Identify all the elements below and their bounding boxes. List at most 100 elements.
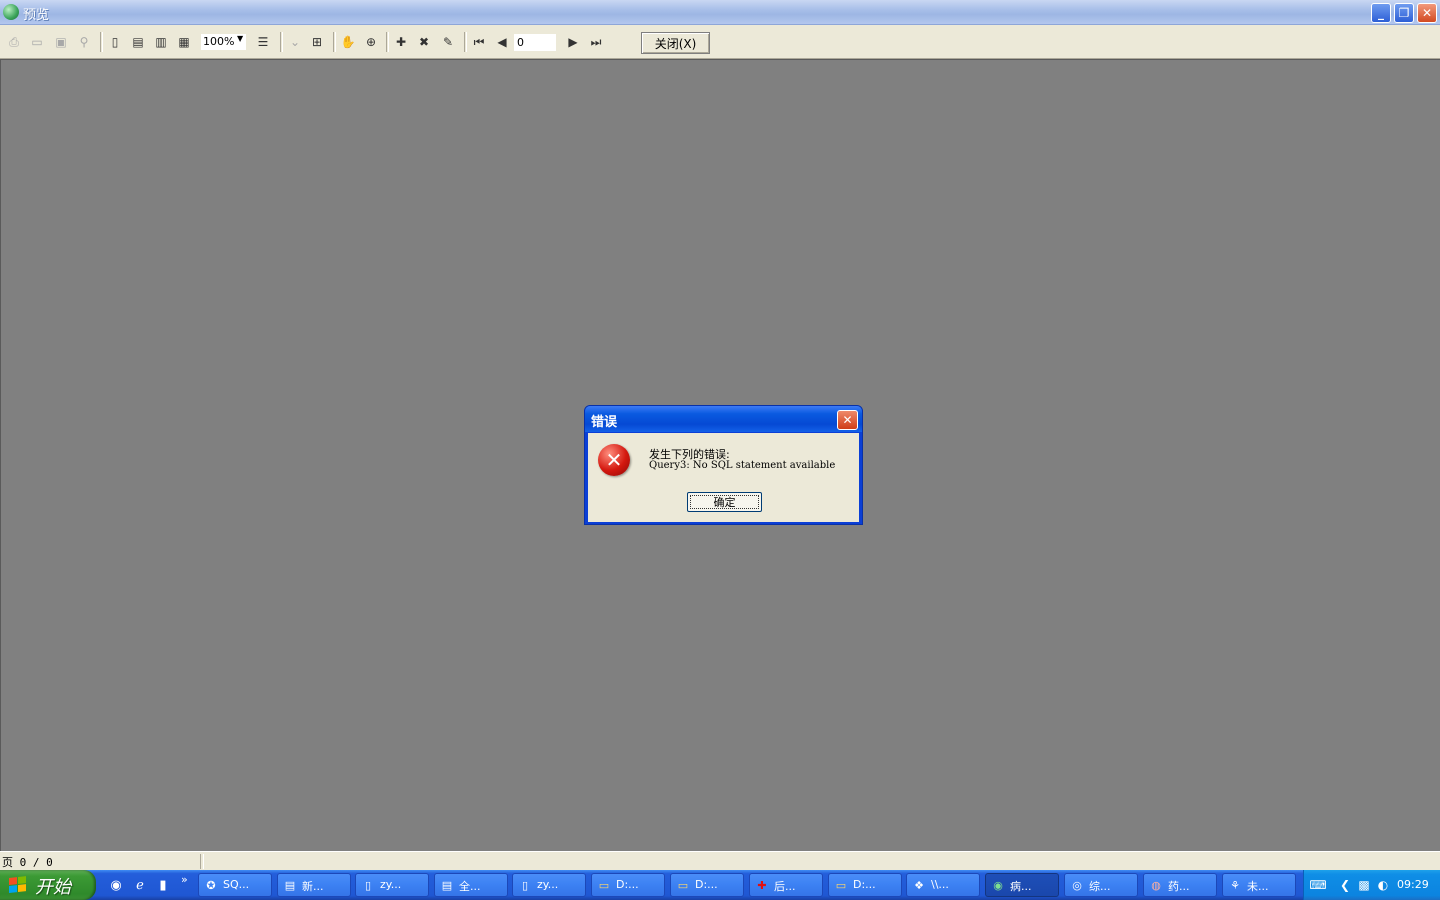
taskbar-task-button[interactable]: ▭ D:... — [670, 873, 744, 897]
app-icon — [3, 4, 19, 20]
taskbar-task-button[interactable]: ◎ 综... — [1064, 873, 1138, 897]
delete-page-icon[interactable]: ✖ — [416, 34, 432, 50]
toolbar-separator — [464, 32, 467, 52]
status-separator — [200, 854, 204, 869]
start-label: 开始 — [35, 877, 71, 898]
windows-logo-icon — [9, 876, 27, 894]
taskbar-task-button[interactable]: ▤ 全... — [434, 873, 508, 897]
taskbar-task-label: 未... — [1247, 880, 1269, 893]
outline-icon[interactable]: ☰ — [255, 34, 271, 50]
app-icon: ◎ — [1072, 878, 1082, 892]
dialog-close-button[interactable]: ✕ — [837, 410, 858, 430]
status-bar: 页 0 / 0 — [0, 851, 1440, 870]
taskbar-task-label: 药... — [1168, 880, 1190, 893]
clock[interactable]: 09:29 — [1397, 878, 1429, 891]
media-icon[interactable]: ▮ — [155, 877, 171, 893]
folder-icon: ▭ — [835, 878, 847, 892]
app-icon: ◉ — [993, 878, 1003, 892]
window-close-button[interactable]: ✕ — [1417, 3, 1437, 23]
spreadsheet-icon: ▤ — [441, 878, 453, 892]
zoom-in-icon[interactable]: ⊕ — [363, 34, 379, 50]
taskbar-task-label: zy... — [537, 878, 559, 891]
taskbar-task-label: D:... — [616, 878, 639, 891]
window-title: 预览 — [23, 8, 50, 23]
chevron-down-icon[interactable]: ▼ — [237, 34, 243, 43]
two-pages-icon[interactable]: ▥ — [153, 34, 169, 50]
taskbar-task-button[interactable]: ▯ zy... — [355, 873, 429, 897]
sql-icon: ✪ — [206, 878, 216, 892]
open-icon[interactable]: ▭ — [29, 34, 45, 50]
next-page-icon[interactable]: ▶ — [565, 34, 581, 50]
security-icon[interactable]: ◐ — [1375, 877, 1391, 893]
folder-icon: ▭ — [598, 878, 610, 892]
close-preview-button[interactable]: 关闭(X) — [641, 32, 710, 54]
edit-page-icon[interactable]: ✎ — [440, 34, 456, 50]
toolbar-separator — [100, 32, 103, 52]
dialog-title: 错误 — [591, 415, 618, 430]
start-button[interactable]: 开始 — [0, 870, 96, 900]
taskbar: 开始 ◉ ℯ ▮ » ✪ SQ... ▤ 新... ▯ zy... ▤ 全... ▯ zy... ▭… — [0, 870, 1440, 900]
restore-button[interactable]: ❐ — [1394, 3, 1414, 23]
last-page-icon[interactable]: ⏭ — [588, 34, 604, 50]
taskbar-task-button[interactable]: ▯ zy... — [512, 873, 586, 897]
toolbar-separator — [333, 32, 336, 52]
taskbar-task-button[interactable]: ⚘ 未... — [1222, 873, 1296, 897]
quicklaunch-more-icon[interactable]: » — [181, 873, 188, 886]
taskbar-task-label: \\... — [931, 878, 949, 891]
document-icon: ▤ — [284, 878, 296, 892]
find-icon[interactable]: ⚲ — [76, 34, 92, 50]
page-width-icon[interactable]: ▤ — [130, 34, 146, 50]
taskbar-task-label: D:... — [853, 878, 876, 891]
app-icon: ◍ — [1151, 878, 1161, 892]
network-folder-icon: ❖ — [914, 878, 924, 892]
tray-expand-icon[interactable]: ❮ — [1337, 877, 1353, 893]
taskbar-task-label: D:... — [695, 878, 718, 891]
add-page-icon[interactable]: ✚ — [393, 34, 409, 50]
collapse-icon[interactable]: ⌄ — [287, 34, 303, 50]
taskbar-task-button[interactable]: ✚ 后... — [749, 873, 823, 897]
folder-icon: ▭ — [677, 878, 689, 892]
save-icon[interactable]: ▣ — [53, 34, 69, 50]
page-number-input[interactable] — [514, 34, 556, 51]
taskbar-task-button[interactable]: ✪ SQ... — [198, 873, 272, 897]
ok-button[interactable]: 确定 — [687, 492, 762, 512]
toolbar: ⎙ ▭ ▣ ⚲ ▯ ▤ ▥ ▦ 100% ▼ ☰ ⌄ ⊞ ✋ ⊕ ✚ ✖ ✎ ⏮… — [0, 25, 1440, 59]
print-icon[interactable]: ⎙ — [6, 34, 22, 50]
file-icon: ▯ — [364, 878, 372, 892]
status-page-count: 页 0 / 0 — [2, 856, 53, 869]
dialog-body: ✕ 发生下列的错误: Query3: No SQL statement avai… — [588, 433, 859, 522]
taskbar-task-button[interactable]: ◍ 药... — [1143, 873, 1217, 897]
taskbar-task-button[interactable]: ◉ 病... — [985, 873, 1059, 897]
four-pages-icon[interactable]: ▦ — [176, 34, 192, 50]
error-message: Query3: No SQL statement available — [649, 460, 836, 471]
taskbar-task-button[interactable]: ▭ D:... — [828, 873, 902, 897]
tree-icon[interactable]: ⊞ — [309, 34, 325, 50]
hand-icon[interactable]: ✋ — [340, 34, 356, 50]
window-titlebar[interactable]: 预览 _ ❐ ✕ — [0, 0, 1440, 25]
network-icon[interactable]: ▩ — [1356, 877, 1372, 893]
desktop-icon[interactable]: ◉ — [108, 877, 124, 893]
taskbar-task-button[interactable]: ❖ \\... — [906, 873, 980, 897]
file-icon: ▯ — [521, 878, 529, 892]
toolbar-separator — [386, 32, 389, 52]
minimize-button[interactable]: _ — [1371, 3, 1391, 23]
red-cross-icon: ✚ — [757, 878, 767, 892]
taskbar-task-label: zy... — [380, 878, 402, 891]
taskbar-task-label: 综... — [1089, 880, 1111, 893]
prev-page-icon[interactable]: ◀ — [494, 34, 510, 50]
taskbar-task-label: SQ... — [223, 878, 250, 891]
taskbar-task-label: 全... — [459, 880, 481, 893]
app-icon: ⚘ — [1230, 878, 1240, 892]
error-icon: ✕ — [598, 444, 630, 476]
one-page-icon[interactable]: ▯ — [107, 34, 123, 50]
taskbar-task-label: 病... — [1010, 880, 1032, 893]
taskbar-task-label: 新... — [302, 880, 324, 893]
first-page-icon[interactable]: ⏮ — [471, 34, 487, 50]
taskbar-task-label: 后... — [774, 880, 796, 893]
browser-icon[interactable]: ℯ — [132, 877, 148, 893]
taskbar-task-button[interactable]: ▤ 新... — [277, 873, 351, 897]
taskbar-task-button[interactable]: ▭ D:... — [591, 873, 665, 897]
error-dialog: 错误 ✕ ✕ 发生下列的错误: Query3: No SQL statement… — [584, 405, 863, 525]
dialog-titlebar[interactable]: 错误 ✕ — [585, 406, 862, 432]
keyboard-icon[interactable]: ⌨ — [1309, 877, 1326, 893]
